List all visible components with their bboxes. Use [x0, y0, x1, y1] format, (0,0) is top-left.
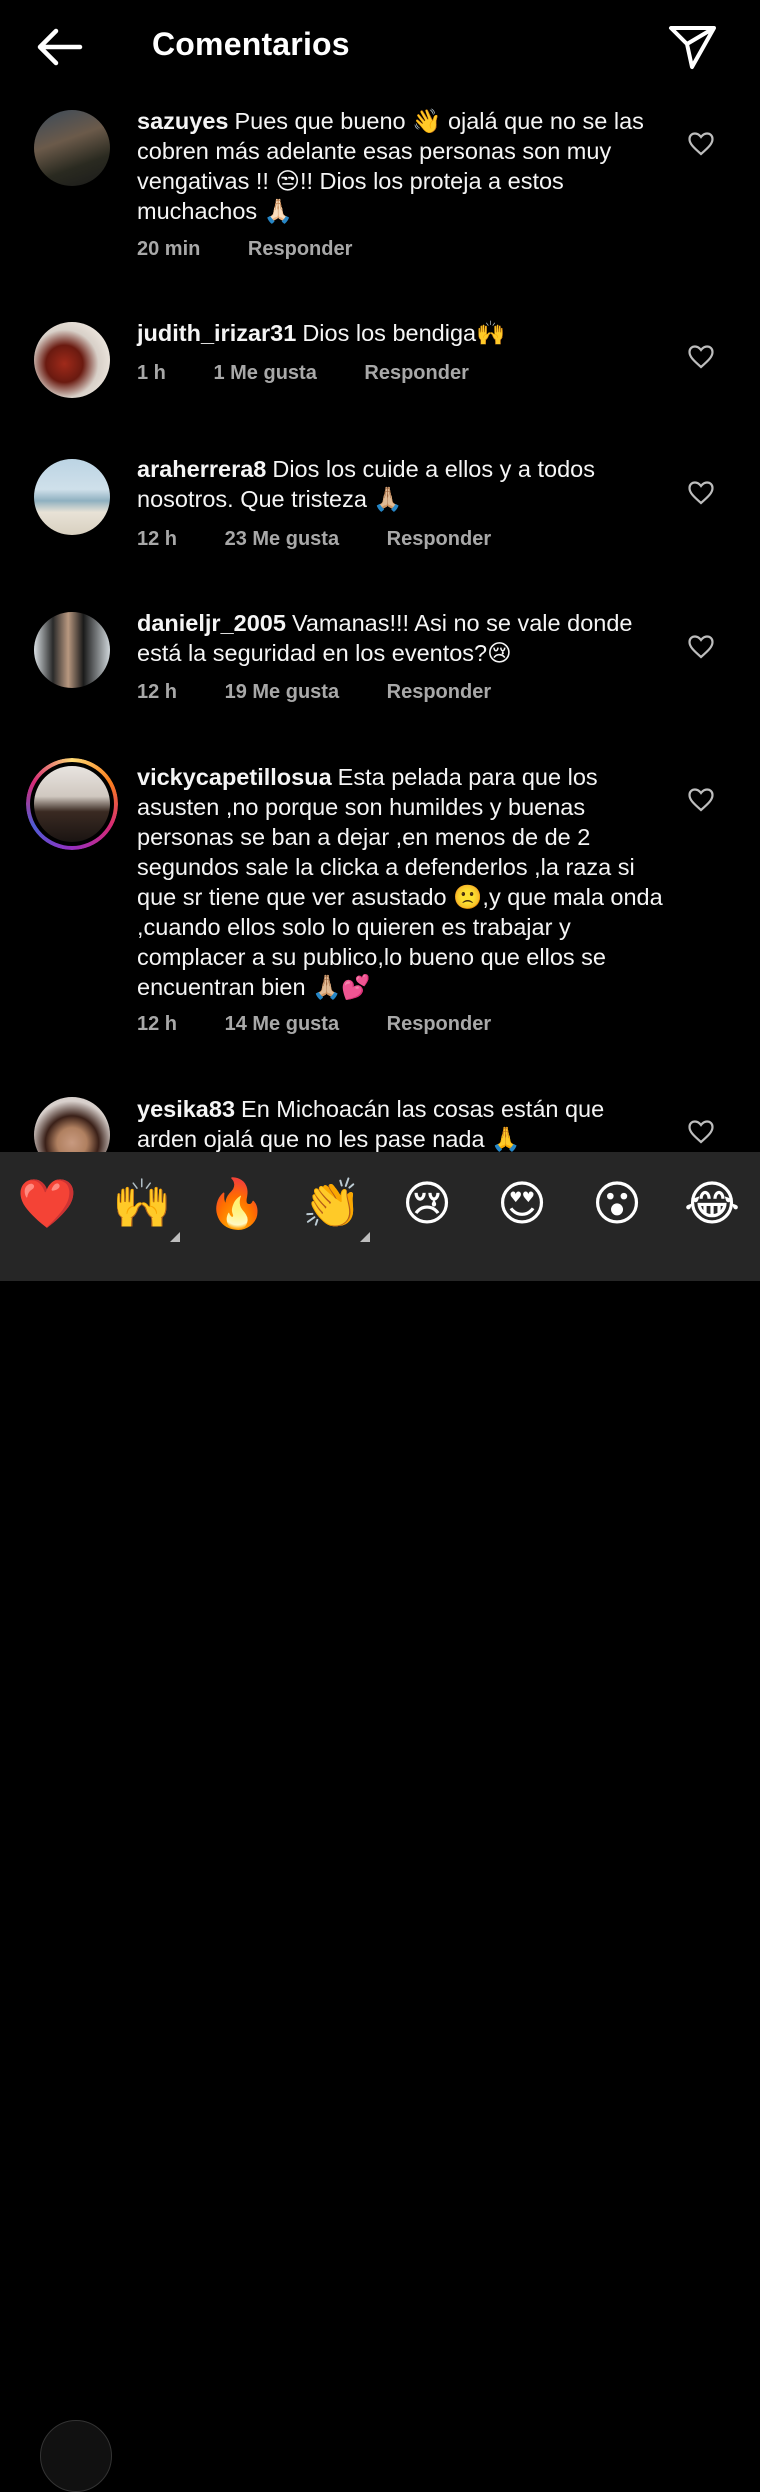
reply-button[interactable]: Responder — [387, 528, 491, 551]
comment-meta: 20 min Responder — [137, 238, 352, 261]
comment-meta: 12 h 19 Me gusta Responder — [137, 681, 491, 704]
page-title: Comentarios — [152, 26, 350, 62]
reaction-raising-hands[interactable]: 🙌 — [112, 1174, 172, 1234]
quick-reactions-bar: ❤️ 🙌 🔥 👏 😢 😍 😮 😂 — [0, 1152, 760, 2492]
avatar-story-ring[interactable] — [26, 758, 118, 850]
comment-meta: 12 h 14 Me gusta Responder — [137, 1013, 491, 1036]
back-button[interactable] — [32, 22, 88, 72]
reaction-heart[interactable]: ❤️ — [17, 1174, 77, 1234]
current-user-avatar[interactable] — [40, 2420, 112, 2492]
comment-username[interactable]: vickycapetillosua — [137, 764, 332, 790]
like-heart-icon[interactable] — [688, 1120, 714, 1144]
arrow-left-icon — [37, 28, 83, 66]
comment-body: Dios los bendiga🙌 — [302, 320, 506, 346]
comment-username[interactable]: sazuyes — [137, 108, 228, 134]
comment-time: 12 h — [137, 1013, 178, 1035]
comment-time: 12 h — [137, 528, 178, 550]
comment-username[interactable]: judith_irizar31 — [137, 320, 296, 346]
like-heart-icon[interactable] — [688, 788, 714, 812]
top-bar: Comentarios — [0, 0, 760, 95]
like-count[interactable]: 19 Me gusta — [225, 681, 339, 704]
avatar[interactable] — [34, 322, 110, 398]
avatar[interactable] — [34, 110, 110, 186]
comment-text: araherrera8 Dios los cuide a ellos y a to… — [137, 454, 667, 514]
comment-text: sazuyes Pues que bueno 👋 ojalá que no se … — [137, 106, 667, 226]
like-count[interactable]: 14 Me gusta — [225, 1013, 339, 1036]
comment-meta: 12 h 23 Me gusta Responder — [137, 528, 491, 551]
comment-text: danieljr_2005 Vamanas!!! Asi no se vale d… — [137, 608, 667, 668]
reaction-heart-eyes[interactable]: 😍 — [492, 1174, 552, 1234]
comment-username[interactable]: yesika83 — [137, 1096, 235, 1122]
reply-button[interactable]: Responder — [364, 362, 468, 385]
comment-text: judith_irizar31 Dios los bendiga🙌 — [137, 318, 667, 348]
avatar[interactable] — [34, 612, 110, 688]
comment-time: 1 h — [137, 362, 166, 384]
reply-button[interactable]: Responder — [248, 238, 352, 261]
reply-button[interactable]: Responder — [387, 681, 491, 704]
reaction-surprised-face[interactable]: 😮 — [587, 1174, 647, 1234]
comment-text: yesika83 En Michoacán las cosas están que… — [137, 1094, 667, 1154]
skin-tone-indicator — [360, 1232, 370, 1242]
reaction-laughing-face[interactable]: 😂 — [682, 1174, 742, 1234]
comment-text: vickycapetillosua Esta pelada para que lo… — [137, 762, 667, 1002]
comment-body: Esta pelada para que los asusten ,no por… — [137, 764, 663, 1000]
like-heart-icon[interactable] — [688, 345, 714, 369]
comment-username[interactable]: danieljr_2005 — [137, 610, 286, 636]
like-count[interactable]: 23 Me gusta — [225, 528, 339, 551]
paper-plane-icon — [669, 26, 716, 69]
like-heart-icon[interactable] — [688, 635, 714, 659]
avatar — [34, 766, 110, 842]
reaction-crying-face[interactable]: 😢 — [397, 1174, 457, 1234]
reaction-clapping-hands[interactable]: 👏 — [302, 1174, 362, 1234]
reply-button[interactable]: Responder — [387, 1013, 491, 1036]
like-count[interactable]: 1 Me gusta — [213, 362, 316, 385]
reaction-fire[interactable]: 🔥 — [207, 1174, 267, 1234]
like-heart-icon[interactable] — [688, 132, 714, 156]
comment-meta: 1 h 1 Me gusta Responder — [137, 362, 469, 385]
comment-time: 20 min — [137, 238, 201, 260]
avatar[interactable] — [34, 459, 110, 535]
skin-tone-indicator — [170, 1232, 180, 1242]
comment-time: 12 h — [137, 681, 178, 703]
like-heart-icon[interactable] — [688, 481, 714, 505]
comment-username[interactable]: araherrera8 — [137, 456, 266, 482]
share-button[interactable] — [668, 22, 718, 72]
